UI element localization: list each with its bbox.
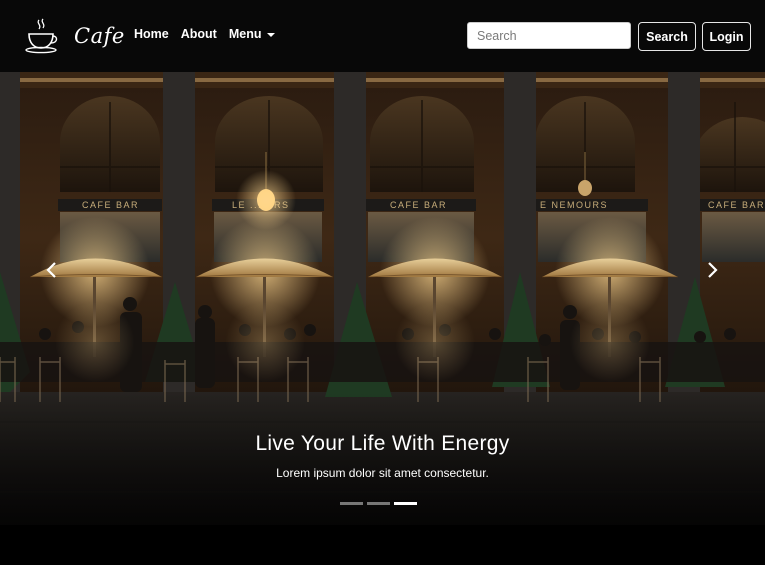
carousel-next-icon[interactable] bbox=[700, 258, 724, 282]
carousel-subtitle: Lorem ipsum dolor sit amet consectetur. bbox=[276, 466, 489, 480]
brand[interactable]: Cafe bbox=[22, 16, 125, 56]
coffee-cup-icon bbox=[25, 18, 58, 54]
hero-carousel: CAFE BAR LE ... URS CAFE BAR E NEMOURS C… bbox=[0, 72, 765, 525]
carousel-indicators bbox=[340, 502, 421, 505]
page-bottom-bar bbox=[0, 525, 765, 565]
search-input[interactable] bbox=[467, 22, 631, 49]
login-button[interactable]: Login bbox=[702, 22, 751, 51]
search-button[interactable]: Search bbox=[638, 22, 696, 51]
carousel-indicator[interactable] bbox=[340, 502, 363, 505]
nav-about[interactable]: About bbox=[181, 27, 217, 41]
nav-links: Home About Menu bbox=[134, 27, 287, 41]
svg-text:CAFE BAR: CAFE BAR bbox=[82, 200, 139, 210]
nav-menu-label: Menu bbox=[228, 27, 262, 41]
navbar: Cafe Home About Menu Search Login bbox=[0, 0, 765, 72]
carousel-prev-icon[interactable] bbox=[40, 258, 64, 282]
svg-text:E NEMOURS: E NEMOURS bbox=[540, 200, 608, 210]
brand-name[interactable]: Cafe bbox=[74, 24, 125, 48]
carousel-caption: Live Your Life With Energy Lorem ipsum d… bbox=[0, 432, 765, 480]
svg-text:CAFE BAR: CAFE BAR bbox=[390, 200, 447, 210]
nav-menu-dropdown[interactable]: Menu bbox=[229, 27, 276, 41]
carousel-title: Live Your Life With Energy bbox=[255, 432, 510, 455]
carousel-indicator[interactable] bbox=[394, 502, 417, 505]
nav-home[interactable]: Home bbox=[134, 27, 169, 41]
caret-down-icon bbox=[267, 32, 276, 37]
svg-text:CAFE BAR: CAFE BAR bbox=[708, 200, 765, 210]
carousel-indicator[interactable] bbox=[367, 502, 390, 505]
